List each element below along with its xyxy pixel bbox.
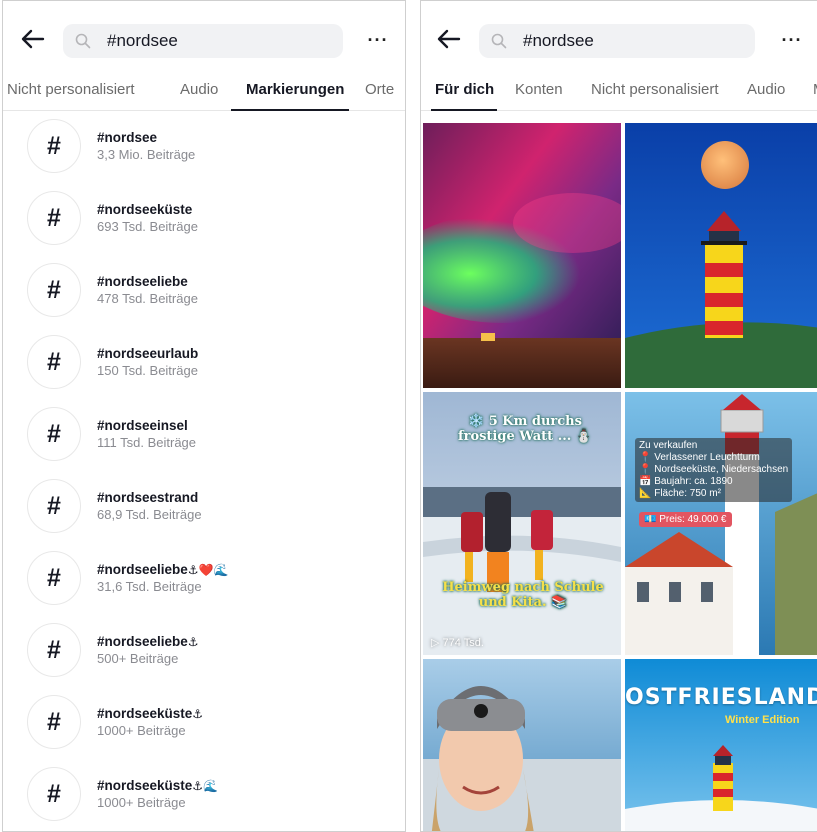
- hashtag-name: #nordseeküste: [97, 202, 193, 217]
- hashtag-row[interactable]: # #nordseeliebe⚓❤️🌊 31,6 Tsd. Beiträge: [3, 545, 405, 617]
- tab-fuer-dich[interactable]: Für dich: [435, 81, 494, 98]
- active-tab-indicator: [231, 109, 349, 111]
- video-tile-ostfriesland[interactable]: OSTFRIESLAND Winter Edition: [625, 659, 817, 831]
- hashtag-icon: #: [27, 335, 81, 389]
- ostfriesland-title: OSTFRIESLAND: [625, 685, 817, 710]
- search-icon: [491, 33, 507, 49]
- hashtag-name: #nordseeliebe: [97, 274, 188, 289]
- hashtag-emoji: ⚓🌊: [192, 779, 218, 793]
- hashtag-row[interactable]: # #nordseeliebe⚓ 500+ Beiträge: [3, 617, 405, 689]
- tab-nicht-personalisiert[interactable]: Nicht personalisiert: [7, 81, 135, 98]
- tab-orte[interactable]: Orte: [365, 81, 394, 98]
- hashtag-name: #nordseeinsel: [97, 418, 188, 433]
- hashtag-icon: #: [27, 623, 81, 677]
- hashtag-icon: #: [27, 767, 81, 821]
- view-count: ▷ 774 Tsd.: [431, 637, 484, 649]
- hashtag-post-count: 1000+ Beiträge: [97, 723, 186, 738]
- hashtag-post-count: 693 Tsd. Beiträge: [97, 219, 198, 234]
- hashtag-emoji: ⚓❤️🌊: [187, 563, 229, 577]
- hashtag-row[interactable]: # #nordseestrand 68,9 Tsd. Beiträge: [3, 473, 405, 545]
- aurora-beach-thumbnail: [423, 123, 621, 388]
- hashtag-post-count: 68,9 Tsd. Beiträge: [97, 507, 202, 522]
- hashtag-icon: #: [27, 551, 81, 605]
- hashtag-name: #nordsee: [97, 130, 158, 145]
- video-search-screen: ··· Für dich Konten Nicht personalisiert…: [420, 0, 817, 832]
- video-tile-lighthouse-sale[interactable]: Zu verkaufen 📍 Verlassener Leuchtturm 📍 …: [625, 392, 817, 655]
- hashtag-row[interactable]: # #nordseeurlaub 150 Tsd. Beiträge: [3, 329, 405, 401]
- back-arrow-icon[interactable]: [433, 23, 465, 55]
- hashtag-emoji: ⚓: [187, 635, 199, 649]
- active-tab-indicator: [431, 109, 497, 111]
- ostfriesland-subtitle: Winter Edition: [725, 714, 800, 726]
- woman-selfie-thumbnail: [423, 659, 621, 831]
- hashtag-name: #nordseestrand: [97, 490, 199, 505]
- tab-audio[interactable]: Audio: [747, 81, 785, 98]
- search-icon: [75, 33, 91, 49]
- hashtag-name: #nordseeliebe⚓❤️🌊: [97, 562, 229, 577]
- more-options-button[interactable]: ···: [777, 23, 807, 57]
- search-tabs: Für dich Konten Nicht personalisiert Aud…: [421, 73, 817, 111]
- hashtag-icon: #: [27, 479, 81, 533]
- sale-info-line: Zu verkaufen: [639, 440, 698, 451]
- hashtag-row[interactable]: # #nordsee 3,3 Mio. Beiträge: [3, 113, 405, 185]
- video-tile-selfie[interactable]: [423, 659, 621, 831]
- hashtag-post-count: 478 Tsd. Beiträge: [97, 291, 198, 306]
- tab-audio[interactable]: Audio: [180, 81, 218, 98]
- hashtag-icon: #: [27, 191, 81, 245]
- sale-info-overlay: Zu verkaufen 📍 Verlassener Leuchtturm 📍 …: [635, 438, 793, 502]
- hashtag-post-count: 500+ Beiträge: [97, 651, 179, 666]
- hashtag-row[interactable]: # #nordseeküste 693 Tsd. Beiträge: [3, 185, 405, 257]
- hashtag-search-screen: ··· Nicht personalisiert Audio Markierun…: [2, 0, 406, 832]
- hashtag-icon: #: [27, 119, 81, 173]
- back-arrow-icon[interactable]: [17, 23, 49, 55]
- video-tile-pilsum-moon[interactable]: [625, 123, 817, 388]
- search-tabs: Nicht personalisiert Audio Markierungen …: [3, 73, 405, 111]
- hashtag-post-count: 150 Tsd. Beiträge: [97, 363, 198, 378]
- search-bar[interactable]: [479, 24, 755, 58]
- tab-markierungen[interactable]: Markierungen: [246, 81, 344, 98]
- hashtag-name: #nordseeliebe⚓: [97, 634, 199, 649]
- search-bar[interactable]: [63, 24, 343, 58]
- hashtag-post-count: 111 Tsd. Beiträge: [97, 435, 197, 450]
- hashtag-icon: #: [27, 263, 81, 317]
- sale-info-line: 📐 Fläche: 750 m²: [639, 488, 721, 499]
- hashtag-icon: #: [27, 407, 81, 461]
- sale-price-badge: 💶 Preis: 49.000 €: [639, 512, 732, 527]
- sale-info-line: 📍 Nordseeküste, Niedersachsen: [639, 464, 789, 475]
- video-tile-watt-walk[interactable]: ❄️ 5 Km durchs frostige Watt ... ⛄ Heimw…: [423, 392, 621, 655]
- hashtag-row[interactable]: # #nordseeinsel 111 Tsd. Beiträge: [3, 401, 405, 473]
- tab-more-cut[interactable]: M: [813, 81, 817, 98]
- sale-info-line: 📅 Baujahr: ca. 1890: [639, 476, 733, 487]
- lighthouse-moon-thumbnail: [625, 123, 817, 388]
- more-options-button[interactable]: ···: [363, 23, 393, 57]
- hashtag-emoji: ⚓: [192, 707, 204, 721]
- hashtag-name: #nordseeküste⚓: [97, 706, 204, 721]
- watt-title-text: ❄️ 5 Km durchs frostige Watt ... ⛄: [458, 414, 592, 444]
- hashtag-post-count: 1000+ Beiträge: [97, 795, 186, 810]
- tab-nicht-personalisiert[interactable]: Nicht personalisiert: [591, 81, 719, 98]
- hashtag-name: #nordseeküste⚓🌊: [97, 778, 218, 793]
- search-input[interactable]: [523, 31, 723, 51]
- top-bar: ···: [3, 1, 405, 81]
- hashtag-name: #nordseeurlaub: [97, 346, 199, 361]
- hashtag-post-count: 3,3 Mio. Beiträge: [97, 147, 196, 162]
- sale-info-line: 📍 Verlassener Leuchtturm: [639, 452, 760, 463]
- hashtag-row[interactable]: # #nordseeküste⚓ 1000+ Beiträge: [3, 689, 405, 761]
- video-tile-aurora[interactable]: [423, 123, 621, 388]
- tab-konten[interactable]: Konten: [515, 81, 563, 98]
- watt-caption-text: Heimweg nach Schule und Kita. 📚: [442, 580, 604, 610]
- hashtag-post-count: 31,6 Tsd. Beiträge: [97, 579, 202, 594]
- search-input[interactable]: [107, 31, 307, 51]
- hashtag-row[interactable]: # #nordseeküste⚓🌊 1000+ Beiträge: [3, 761, 405, 831]
- top-bar: ···: [421, 1, 817, 81]
- hashtag-row[interactable]: # #nordseeliebe 478 Tsd. Beiträge: [3, 257, 405, 329]
- hashtag-icon: #: [27, 695, 81, 749]
